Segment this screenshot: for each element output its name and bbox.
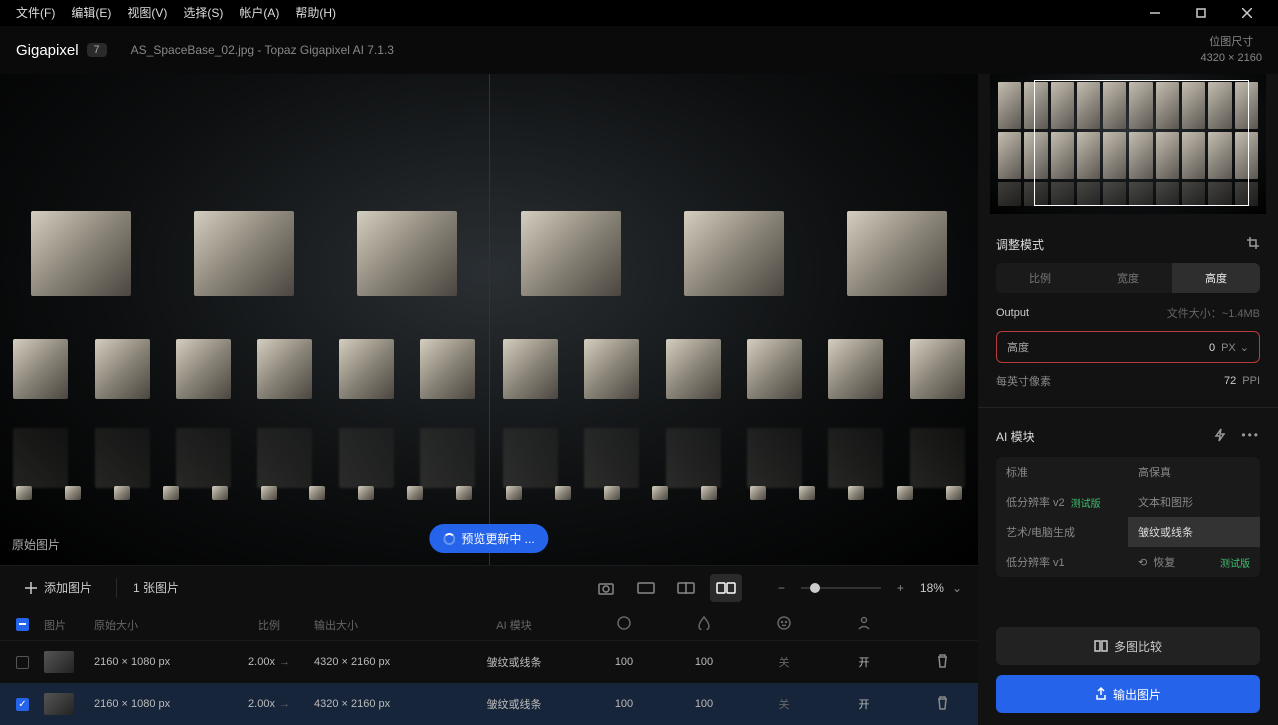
side-panel: 调整模式 比例 宽度 高度 Output 文件大小：~1.4MB 高度 0PX⌄…	[978, 74, 1278, 725]
menu-file[interactable]: 文件(F)	[8, 0, 63, 26]
circle-icon	[617, 616, 631, 630]
row-thumbnail	[44, 693, 74, 715]
preview-updating-badge: 预览更新中 ...	[429, 524, 548, 553]
view-single-button[interactable]	[630, 574, 662, 602]
ai-wrinkle-lines[interactable]: 皱纹或线条	[1128, 517, 1260, 547]
seg-height[interactable]: 高度	[1172, 263, 1260, 293]
toolbar: 添加图片 1 张图片 − + 18%⌄	[0, 565, 978, 609]
ai-lowres-v1[interactable]: 低分辨率 v1	[996, 547, 1128, 577]
zoom-in-button[interactable]: +	[897, 581, 904, 595]
col-orig-size: 原始大小	[94, 617, 224, 633]
spinner-icon	[443, 533, 455, 545]
ai-restore[interactable]: ⟲恢复测试版	[1128, 547, 1260, 577]
seg-ratio[interactable]: 比例	[996, 263, 1084, 293]
height-input[interactable]: 高度 0PX⌄	[996, 331, 1260, 363]
col-image: 图片	[44, 617, 94, 633]
zoom-value[interactable]: 18%⌄	[920, 581, 962, 595]
cell-off: 关	[744, 696, 824, 712]
cell-n1: 100	[584, 656, 664, 668]
col-ratio: 比例	[224, 617, 314, 633]
ai-hifi[interactable]: 高保真	[1128, 457, 1260, 487]
bitmap-size-value: 4320 × 2160	[1201, 50, 1262, 67]
compare-icon	[1094, 640, 1108, 652]
preview-pane[interactable]: 原始图片 预览更新中 ...	[0, 74, 978, 565]
original-label: 原始图片	[12, 536, 60, 553]
cell-out: 4320 × 2160 px	[314, 656, 444, 668]
trash-icon	[936, 696, 949, 710]
export-icon	[1095, 687, 1107, 701]
menu-help[interactable]: 帮助(H)	[287, 0, 344, 26]
face-icon	[777, 616, 791, 630]
col-ai-model: AI 模块	[444, 617, 584, 633]
cell-n2: 100	[664, 698, 744, 710]
row-checkbox[interactable]: ✓	[16, 698, 29, 711]
seg-width[interactable]: 宽度	[1084, 263, 1172, 293]
menu-select[interactable]: 选择(S)	[175, 0, 231, 26]
header: Gigapixel 7 AS_SpaceBase_02.jpg - Topaz …	[0, 26, 1278, 74]
cell-out: 4320 × 2160 px	[314, 698, 444, 710]
zoom-slider[interactable]	[801, 587, 881, 589]
view-side-by-side-button[interactable]	[710, 574, 742, 602]
auto-button[interactable]	[1213, 428, 1227, 445]
person-icon	[857, 616, 871, 630]
cell-n1: 100	[584, 698, 664, 710]
maximize-button[interactable]	[1178, 0, 1224, 26]
cell-model: 皱纹或线条	[444, 654, 584, 670]
resize-mode-segmented: 比例 宽度 高度	[996, 263, 1260, 293]
ai-model-title: AI 模块	[996, 428, 1035, 445]
row-thumbnail	[44, 651, 74, 673]
image-count-badge: 7	[87, 43, 107, 57]
navigator-thumbnail[interactable]	[990, 74, 1266, 214]
ai-lowres-v2[interactable]: 低分辨率 v2测试版	[996, 487, 1128, 517]
ai-text-graphics[interactable]: 文本和图形	[1128, 487, 1260, 517]
zoom-out-button[interactable]: −	[778, 581, 785, 595]
delete-row-button[interactable]	[922, 654, 962, 671]
crop-icon	[1246, 236, 1260, 250]
side-by-side-icon	[716, 582, 736, 594]
plus-icon	[24, 581, 38, 595]
ai-art-cg[interactable]: 艺术/电脑生成	[996, 517, 1128, 547]
menu-bar: 文件(F) 编辑(E) 视图(V) 选择(S) 帐户(A) 帮助(H)	[0, 0, 1278, 26]
cell-orig: 2160 × 1080 px	[94, 698, 224, 710]
output-label: Output	[996, 307, 1029, 319]
cell-orig: 2160 × 1080 px	[94, 656, 224, 668]
menu-account[interactable]: 帐户(A)	[231, 0, 287, 26]
split-pane-icon	[677, 582, 695, 594]
toolbar-count: 1 张图片	[133, 579, 179, 596]
table-row[interactable]: ✓ 2160 × 1080 px 2.00x → 4320 × 2160 px …	[0, 683, 978, 725]
cell-off: 关	[744, 654, 824, 670]
export-button[interactable]: 输出图片	[996, 675, 1260, 713]
window-title: AS_SpaceBase_02.jpg - Topaz Gigapixel AI…	[131, 43, 394, 57]
ai-standard[interactable]: 标准	[996, 457, 1128, 487]
bolt-icon	[1213, 428, 1227, 442]
camera-icon	[598, 581, 614, 595]
ppi-label: 每英寸像素	[996, 373, 1051, 389]
select-all-checkbox[interactable]	[16, 618, 29, 631]
drop-icon	[698, 616, 710, 630]
cell-n2: 100	[664, 656, 744, 668]
app-logo: Gigapixel	[16, 42, 79, 59]
row-checkbox[interactable]	[16, 656, 29, 669]
crop-button[interactable]	[1246, 236, 1260, 253]
single-pane-icon	[637, 582, 655, 594]
menu-edit[interactable]: 编辑(E)	[63, 0, 119, 26]
minimize-button[interactable]	[1132, 0, 1178, 26]
add-image-button[interactable]: 添加图片	[16, 575, 100, 600]
cell-model: 皱纹或线条	[444, 696, 584, 712]
resize-mode-title: 调整模式	[996, 236, 1044, 253]
image-table: 图片 原始大小 比例 输出大小 AI 模块 2160 × 1080 px 2.0…	[0, 609, 978, 725]
camera-button[interactable]	[590, 574, 622, 602]
compare-button[interactable]: 多图比较	[996, 627, 1260, 665]
delete-row-button[interactable]	[922, 696, 962, 713]
table-row[interactable]: 2160 × 1080 px 2.00x → 4320 × 2160 px 皱纹…	[0, 641, 978, 683]
cell-on: 开	[824, 654, 904, 670]
cell-on: 开	[824, 696, 904, 712]
menu-view[interactable]: 视图(V)	[119, 0, 175, 26]
col-out-size: 输出大小	[314, 617, 444, 633]
more-button[interactable]: •••	[1241, 428, 1260, 445]
close-button[interactable]	[1224, 0, 1270, 26]
bitmap-size-label: 位图尺寸	[1201, 34, 1262, 51]
view-split-button[interactable]	[670, 574, 702, 602]
trash-icon	[936, 654, 949, 668]
